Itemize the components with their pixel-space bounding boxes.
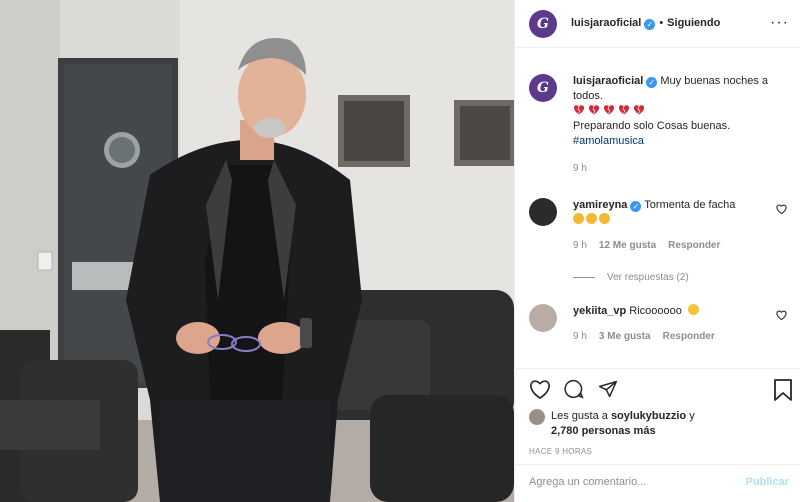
post-header: G luisjaraoficial ✓ • Siguiendo ··· [515, 0, 800, 48]
publish-button[interactable]: Publicar [746, 476, 789, 488]
more-options-icon[interactable]: ··· [770, 14, 789, 32]
like-icon[interactable] [529, 379, 551, 399]
view-replies-button[interactable]: Ver respuestas (2) [573, 272, 689, 283]
comment-body: yamireyna ✓ Tormenta de facha 9 h 12 Me gu… [573, 198, 769, 253]
comment-item: yamireyna ✓ Tormenta de facha 9 h 12 Me gu… [529, 198, 795, 253]
broken-heart-icon [573, 105, 585, 115]
replies-divider [573, 277, 595, 278]
caption-username[interactable]: luisjaraoficial [573, 75, 643, 87]
avatar-logo: G [537, 15, 549, 32]
verified-icon: ✓ [644, 19, 656, 30]
face-savoring-food-icon [687, 304, 699, 315]
caption-line2: Preparando solo Cosas buenas. [573, 120, 731, 132]
caption-time[interactable]: 9 h [573, 161, 789, 176]
following-button[interactable]: Siguiendo [667, 17, 720, 29]
comment-input[interactable] [529, 475, 746, 488]
likes-text: Les gusta a soylukybuzzio y 2,780 person… [551, 409, 695, 439]
broken-heart-icon [633, 105, 645, 115]
clapping-hands-icon [573, 213, 612, 226]
hashtag-link[interactable]: #amolamusica [573, 135, 644, 147]
comment-like-icon[interactable] [776, 204, 787, 214]
comment-text: Tormenta de facha [644, 199, 736, 211]
header-separator: • [659, 17, 664, 29]
heart-emojis [573, 105, 648, 117]
verified-icon: ✓ [646, 77, 658, 88]
action-icons [529, 379, 619, 399]
photo-illustration [0, 0, 514, 502]
view-replies-label: Ver respuestas (2) [607, 272, 689, 283]
instagram-post: G luisjaraoficial ✓ • Siguiendo ··· G luisj… [0, 0, 800, 502]
post-sidebar: G luisjaraoficial ✓ • Siguiendo ··· G luisj… [514, 0, 800, 502]
comment-meta: 9 h 12 Me gusta Responder [573, 238, 769, 253]
comment-time[interactable]: 9 h [573, 331, 587, 342]
share-icon[interactable] [597, 379, 619, 399]
commenter-avatar[interactable] [529, 198, 557, 226]
likes-suffix: y [689, 410, 695, 422]
caption-text: luisjaraoficial ✓ Muy buenas noches a tod… [573, 74, 789, 176]
add-comment-bar: Publicar [515, 464, 800, 498]
comment-username[interactable]: yamireyna [573, 199, 627, 211]
post-timestamp[interactable]: HACE 9 HORAS [529, 447, 592, 456]
comment-text: Ricoooooo [629, 305, 682, 317]
comments-section: G luisjaraoficial ✓ Muy buenas noches a t… [515, 48, 800, 368]
caption-avatar[interactable]: G [529, 74, 557, 102]
author-username[interactable]: luisjaraoficial [571, 17, 641, 29]
post-caption: G luisjaraoficial ✓ Muy buenas noches a t… [529, 74, 789, 176]
likes-count[interactable]: 2,780 personas más [551, 425, 656, 437]
clapping-hands-icon [586, 213, 597, 224]
likes-summary: Les gusta a soylukybuzzio y 2,780 person… [529, 409, 695, 439]
reply-button[interactable]: Responder [663, 331, 715, 342]
reply-button[interactable]: Responder [668, 240, 720, 251]
bookmark-icon[interactable] [773, 379, 793, 401]
commenter-avatar[interactable] [529, 304, 557, 332]
comment-username[interactable]: yekiita_vp [573, 305, 626, 317]
comment-likes[interactable]: 12 Me gusta [599, 240, 656, 251]
author-avatar[interactable]: G [529, 9, 557, 38]
post-photo[interactable] [0, 0, 514, 502]
liker-avatar[interactable] [529, 409, 545, 425]
comment-time[interactable]: 9 h [573, 240, 587, 251]
likes-prefix: Les gusta a [551, 410, 608, 422]
verified-icon: ✓ [630, 201, 642, 212]
comment-item: yekiita_vp Ricoooooo 9 h 3 Me gusta Respon… [529, 304, 795, 344]
broken-heart-icon [588, 105, 600, 115]
avatar-logo: G [537, 80, 549, 96]
comment-like-icon[interactable] [776, 310, 787, 320]
post-actions: Les gusta a soylukybuzzio y 2,780 person… [515, 368, 800, 498]
broken-heart-icon [603, 105, 615, 115]
comment-icon[interactable] [563, 379, 585, 399]
clapping-hands-icon [599, 213, 610, 224]
comment-meta: 9 h 3 Me gusta Responder [573, 329, 769, 344]
broken-heart-icon [618, 105, 630, 115]
comment-body: yekiita_vp Ricoooooo 9 h 3 Me gusta Respon… [573, 304, 769, 344]
comment-likes[interactable]: 3 Me gusta [599, 331, 651, 342]
clapping-hands-icon [573, 213, 584, 224]
liker-username[interactable]: soylukybuzzio [611, 410, 686, 422]
